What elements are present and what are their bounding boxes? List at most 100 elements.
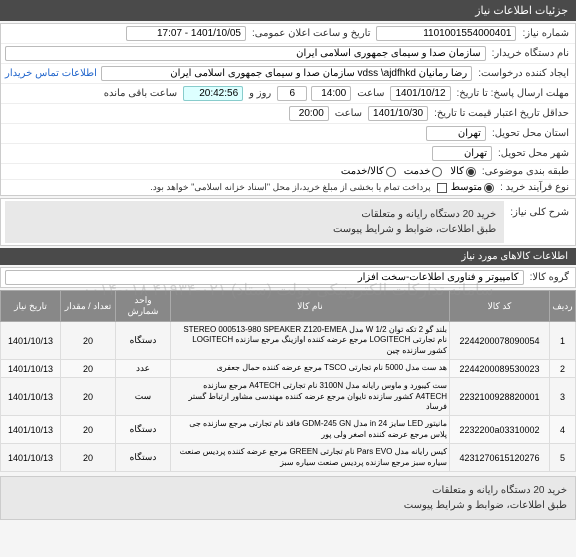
desc-label: شرح کلی نیاز: bbox=[508, 201, 571, 218]
days-field: 6 bbox=[277, 86, 307, 101]
public-dt-field: 1401/10/05 - 17:07 bbox=[126, 26, 246, 41]
desc-line1: خرید 20 دستگاه رایانه و متعلقات bbox=[13, 207, 496, 222]
cell-date: 1401/10/13 bbox=[1, 444, 61, 472]
radio-metavast-label: متوسط bbox=[451, 182, 482, 193]
cell-date: 1401/10/13 bbox=[1, 322, 61, 360]
cell-n: 5 bbox=[550, 444, 576, 472]
need-info-section: شماره نیاز: 1101001554000401 تاریخ و ساع… bbox=[0, 23, 576, 196]
city-field: تهران bbox=[432, 146, 492, 161]
radio-metavast[interactable]: متوسط bbox=[451, 182, 494, 193]
page-title-bar: جزئیات اطلاعات نیاز bbox=[0, 0, 576, 21]
credit-end-date-field: 1401/10/30 bbox=[368, 106, 428, 121]
radio-kala[interactable]: کالا bbox=[450, 166, 476, 177]
cell-code: 2232100928820001 bbox=[450, 378, 550, 416]
need-no-label: شماره نیاز: bbox=[520, 28, 571, 39]
cell-code: 2244200078090054 bbox=[450, 322, 550, 360]
treasury-checkbox[interactable] bbox=[437, 183, 447, 193]
footer-line1: خرید 20 دستگاه رایانه و متعلقات bbox=[9, 483, 567, 498]
purchase-note: پرداخت تمام یا بخشی از مبلغ خرید،از محل … bbox=[148, 182, 432, 193]
th-date: تاریخ نیاز bbox=[1, 291, 61, 322]
items-table: ردیف کد کالا نام کالا واحد شمارش تعداد /… bbox=[0, 290, 576, 472]
cell-name: ست کیبورد و ماوس رایانه مدل 3100N نام تج… bbox=[171, 378, 450, 416]
radio-kala-service[interactable]: کالا/خدمت bbox=[341, 166, 396, 177]
cell-qty: 20 bbox=[61, 378, 116, 416]
table-row: 42232200a03310002مانیتور LED سایز 24 in … bbox=[1, 416, 576, 444]
items-header: اطلاعات کالاهای مورد نیاز bbox=[0, 248, 576, 265]
radio-icon bbox=[432, 167, 442, 177]
cell-unit: عدد bbox=[116, 360, 171, 378]
purchase-type-label: نوع فرآیند خرید : bbox=[498, 182, 571, 193]
remain-label: ساعت باقی مانده bbox=[102, 88, 179, 99]
desc-section: شرح کلی نیاز: خرید 20 دستگاه رایانه و مت… bbox=[0, 198, 576, 246]
cell-date: 1401/10/13 bbox=[1, 416, 61, 444]
cell-code: 2244200089530023 bbox=[450, 360, 550, 378]
radio-icon bbox=[466, 167, 476, 177]
need-no-field: 1101001554000401 bbox=[376, 26, 516, 41]
table-header-row: ردیف کد کالا نام کالا واحد شمارش تعداد /… bbox=[1, 291, 576, 322]
province-label: استان محل تحویل: bbox=[490, 128, 571, 139]
cell-name: هد ست مدل 5000 نام تجارتی TSCO مرجع عرضه… bbox=[171, 360, 450, 378]
credit-end-label: حداقل تاریخ اعتبار قیمت تا تاریخ: bbox=[432, 108, 571, 119]
requester-field: رضا رمانیان vdss \ajdfhkd سازمان صدا و س… bbox=[101, 66, 472, 81]
buyer-field: سازمان صدا و سیمای جمهوری اسلامی ایران bbox=[5, 46, 486, 61]
table-row: 22244200089530023هد ست مدل 5000 نام تجار… bbox=[1, 360, 576, 378]
cell-date: 1401/10/13 bbox=[1, 360, 61, 378]
cell-n: 2 bbox=[550, 360, 576, 378]
cell-unit: دستگاه bbox=[116, 416, 171, 444]
cell-n: 3 bbox=[550, 378, 576, 416]
credit-end-time-field: 20:00 bbox=[289, 106, 329, 121]
cell-name: مانیتور LED سایز 24 in مدل GDM-245 GN فا… bbox=[171, 416, 450, 444]
countdown-field: 20:42:56 bbox=[183, 86, 243, 101]
th-name: نام کالا bbox=[171, 291, 450, 322]
radio-icon bbox=[484, 183, 494, 193]
th-unit: واحد شمارش bbox=[116, 291, 171, 322]
radio-kala-service-label: کالا/خدمت bbox=[341, 166, 384, 177]
deadline-date-field: 1401/10/12 bbox=[390, 86, 450, 101]
radio-service-label: خدمت bbox=[404, 166, 431, 177]
footer-line2: طبق اطلاعات، ضوابط و شرایط پیوست bbox=[9, 498, 567, 513]
cell-name: کیس رایانه مدل Pars EVO نام تجارتی GREEN… bbox=[171, 444, 450, 472]
cell-qty: 20 bbox=[61, 444, 116, 472]
group-field: کامپیوتر و فناوری اطلاعات-سخت افزار bbox=[5, 270, 524, 285]
radio-service[interactable]: خدمت bbox=[404, 166, 443, 177]
cell-unit: دستگاه bbox=[116, 322, 171, 360]
public-dt-label: تاریخ و ساعت اعلان عمومی: bbox=[250, 28, 373, 39]
deadline-label: مهلت ارسال پاسخ: تا تاریخ: bbox=[455, 88, 571, 99]
cell-unit: ست bbox=[116, 378, 171, 416]
th-code: کد کالا bbox=[450, 291, 550, 322]
cell-qty: 20 bbox=[61, 416, 116, 444]
table-row: 12244200078090054بلند گو 2 تکه توان W 1/… bbox=[1, 322, 576, 360]
contact-link[interactable]: اطلاعات تماس خریدار bbox=[5, 68, 97, 79]
days-label: روز و bbox=[247, 88, 273, 99]
radio-icon bbox=[386, 167, 396, 177]
cell-name: بلند گو 2 تکه توان W 1/2 مدل STEREO 0005… bbox=[171, 322, 450, 360]
cell-code: 4231270615120276 bbox=[450, 444, 550, 472]
time-label-1: ساعت bbox=[355, 88, 386, 99]
province-field: تهران bbox=[426, 126, 486, 141]
th-qty: تعداد / مقدار bbox=[61, 291, 116, 322]
page-title: جزئیات اطلاعات نیاز bbox=[475, 5, 568, 17]
cell-qty: 20 bbox=[61, 360, 116, 378]
desc-line2: طبق اطلاعات، ضوابط و شرایط پیوست bbox=[13, 222, 496, 237]
cell-qty: 20 bbox=[61, 322, 116, 360]
city-label: شهر محل تحویل: bbox=[496, 148, 571, 159]
cell-unit: دستگاه bbox=[116, 444, 171, 472]
requester-label: ایجاد کننده درخواست: bbox=[476, 68, 571, 79]
group-label: گروه کالا: bbox=[528, 272, 571, 283]
cell-n: 4 bbox=[550, 416, 576, 444]
cell-date: 1401/10/13 bbox=[1, 378, 61, 416]
group-section: گروه کالا: کامپیوتر و فناوری اطلاعات-سخت… bbox=[0, 267, 576, 288]
cell-n: 1 bbox=[550, 322, 576, 360]
th-n: ردیف bbox=[550, 291, 576, 322]
desc-box: خرید 20 دستگاه رایانه و متعلقات طبق اطلا… bbox=[5, 201, 504, 243]
cell-code: 2232200a03310002 bbox=[450, 416, 550, 444]
buyer-label: نام دستگاه خریدار: bbox=[490, 48, 571, 59]
time-label-2: ساعت bbox=[333, 108, 364, 119]
footer-desc: خرید 20 دستگاه رایانه و متعلقات طبق اطلا… bbox=[0, 476, 576, 520]
category-radio-group: کالا خدمت کالا/خدمت bbox=[341, 166, 476, 177]
deadline-time-field: 14:00 bbox=[311, 86, 351, 101]
radio-kala-label: کالا bbox=[450, 166, 464, 177]
table-row: 54231270615120276کیس رایانه مدل Pars EVO… bbox=[1, 444, 576, 472]
category-label: طبقه بندی موضوعی: bbox=[480, 166, 571, 177]
table-row: 32232100928820001ست کیبورد و ماوس رایانه… bbox=[1, 378, 576, 416]
